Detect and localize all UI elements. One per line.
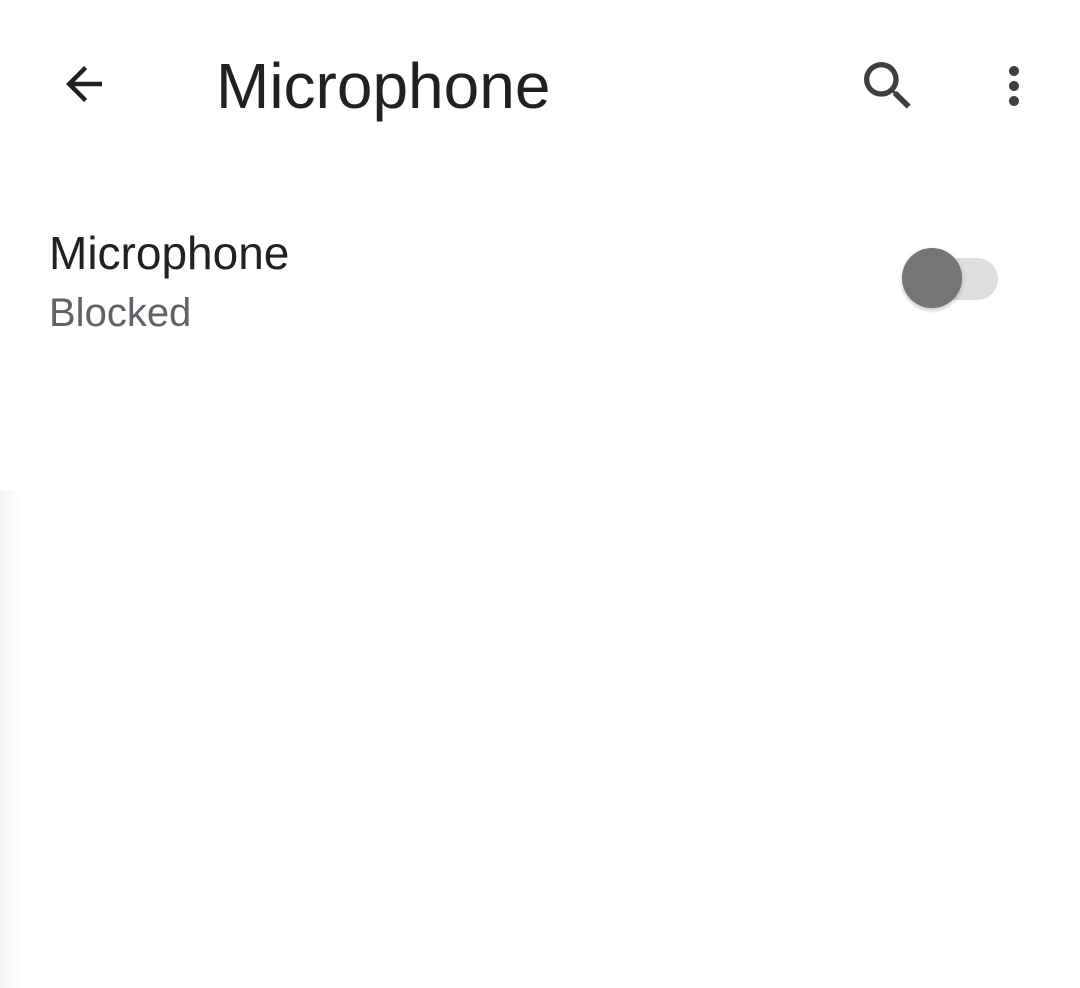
- more-options-button[interactable]: [974, 44, 1054, 128]
- app-bar: Microphone: [0, 0, 1080, 170]
- switch-thumb: [902, 248, 962, 308]
- setting-summary: Blocked: [49, 291, 192, 335]
- microphone-setting-row[interactable]: Microphone Blocked: [0, 206, 1080, 356]
- search-icon: [864, 62, 911, 109]
- background-shade: [0, 490, 22, 988]
- arrow-back-icon: [66, 66, 102, 102]
- search-button[interactable]: [846, 44, 930, 128]
- page-title: Microphone: [216, 50, 551, 122]
- more-vert-icon: [1009, 66, 1019, 106]
- setting-title: Microphone: [49, 227, 290, 279]
- back-button[interactable]: [44, 44, 124, 124]
- microphone-toggle-switch[interactable]: [902, 248, 1000, 310]
